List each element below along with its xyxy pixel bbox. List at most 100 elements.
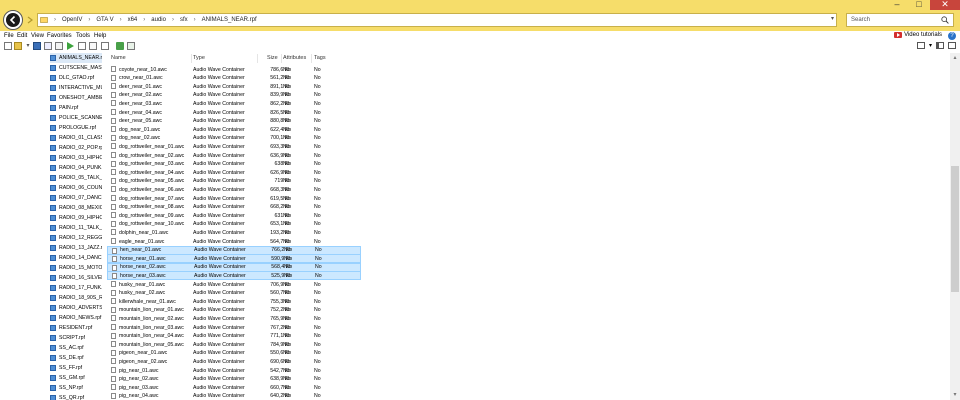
minimize-button[interactable]: – (886, 0, 908, 10)
copy-icon[interactable] (101, 42, 109, 50)
breadcrumb-audio[interactable]: audio (149, 14, 168, 26)
sidebar-item[interactable]: SS_DE.rpf (50, 353, 102, 363)
replace-icon[interactable] (127, 42, 135, 50)
sidebar-item[interactable]: SCRIPT.rpf (50, 333, 102, 343)
sidebar-item[interactable]: RADIO_ADVERTS.rpf (50, 303, 102, 313)
file-type: Audio Wave Container (193, 298, 245, 305)
sidebar-item[interactable]: RADIO_12_REGGAE.rpf (50, 233, 102, 243)
sidebar-item[interactable]: SS_FF.rpf (50, 363, 102, 373)
sidebar-item[interactable]: RADIO_17_FUNK.rpf (50, 283, 102, 293)
menu-help[interactable]: Help (94, 33, 106, 39)
new-icon[interactable] (4, 42, 12, 50)
sidebar-item[interactable]: RADIO_03_HIPHOP_NEW.rpf (50, 153, 102, 163)
breadcrumb-openiv[interactable]: OpenIV (60, 14, 84, 26)
column-header-tags[interactable]: Tags (314, 55, 326, 61)
sidebar-item[interactable]: SS_GM.rpf (50, 373, 102, 383)
help-icon[interactable]: ? (948, 32, 956, 40)
column-header-attributes[interactable]: Attributes (283, 55, 306, 61)
file-name: husky_near_01.awc (119, 281, 166, 288)
breadcrumb-sfx[interactable]: sfx (178, 14, 190, 26)
sidebar-item[interactable]: DLC_GTAO.rpf (50, 73, 102, 83)
column-separator[interactable] (257, 54, 258, 63)
properties-icon[interactable] (55, 42, 63, 50)
breadcrumb-gtav[interactable]: GTA V (94, 14, 115, 26)
sidebar-item[interactable]: PAIN.rpf (50, 103, 102, 113)
preview-pane-icon[interactable] (936, 42, 944, 49)
sidebar-item[interactable]: RADIO_11_TALK_02.rpf (50, 223, 102, 233)
address-bar[interactable]: › OpenIV › GTA V › x64 › audio › sfx › A… (37, 13, 837, 27)
sidebar-item[interactable]: SS_AC.rpf (50, 343, 102, 353)
address-dropdown-icon[interactable]: ▾ (831, 15, 834, 22)
sidebar-item[interactable]: SS_QR.rpf (50, 393, 102, 400)
view-details-icon[interactable] (916, 42, 925, 49)
close-button[interactable]: ✕ (930, 0, 960, 10)
play-icon[interactable] (67, 42, 74, 50)
breadcrumb-animals-near[interactable]: ANIMALS_NEAR.rpf (200, 14, 259, 26)
menu-favorites[interactable]: Favorites (47, 33, 72, 39)
sidebar-item[interactable]: ONESHOT_AMBIENCE.rpf (50, 93, 102, 103)
dropdown-arrow-icon[interactable]: ▾ (24, 42, 32, 50)
sidebar-item[interactable]: RADIO_09_HIPHOP_OLD.rpf (50, 213, 102, 223)
scroll-up-icon[interactable]: ▴ (950, 53, 960, 63)
sidebar-item[interactable]: RADIO_08_MEXICAN.rpf (50, 203, 102, 213)
sidebar-item[interactable]: RADIO_02_POP.rpf (50, 143, 102, 153)
sidebar-item[interactable]: RESIDENT.rpf (50, 323, 102, 333)
refresh-icon[interactable] (116, 42, 124, 50)
menu-file[interactable]: File (4, 33, 14, 39)
sidebar-item[interactable]: RADIO_16_SILVERLAKE.rpf (50, 273, 102, 283)
sidebar-item[interactable]: RADIO_13_JAZZ.rpf (50, 243, 102, 253)
sidebar-item[interactable]: INTERACTIVE_MUSIC.rpf (50, 83, 102, 93)
document-icon[interactable] (44, 42, 52, 50)
sidebar-item[interactable]: ANIMALS_NEAR.rpf (50, 53, 102, 63)
scrollbar-thumb[interactable] (951, 166, 959, 292)
view-dropdown-icon[interactable]: ▾ (929, 42, 932, 49)
file-name: deer_near_05.awc (119, 118, 162, 125)
sidebar-item[interactable]: RADIO_18_90S_ROCK.rpf (50, 293, 102, 303)
breadcrumb-x64[interactable]: x64 (126, 14, 140, 26)
back-icon[interactable] (33, 42, 41, 50)
back-button[interactable] (3, 10, 23, 30)
sidebar-item[interactable]: PROLOGUE.rpf (50, 123, 102, 133)
edit-icon[interactable] (78, 42, 86, 50)
scroll-down-icon[interactable]: ▾ (950, 390, 960, 400)
vertical-scrollbar[interactable]: ▴ ▾ (950, 53, 960, 400)
column-header-name[interactable]: Name (111, 55, 126, 61)
sidebar-item-label: RADIO_08_MEXICAN.rpf (59, 205, 102, 211)
sidebar-item[interactable]: CUTSCENE_MASTERED_ONLY.rpf (50, 63, 102, 73)
sidebar-item[interactable]: RADIO_07_DANCE_01.rpf (50, 193, 102, 203)
sidebar-item-label: RADIO_14_DANCE_02.rpf (59, 255, 102, 261)
sidebar-item[interactable]: POLICE_SCANNER.rpf (50, 113, 102, 123)
sidebar-item[interactable]: RADIO_15_MOTOWN.rpf (50, 263, 102, 273)
column-separator[interactable] (281, 54, 282, 63)
file-tags: No (314, 204, 321, 211)
maximize-button[interactable]: □ (908, 0, 930, 10)
file-attributes: No (284, 264, 291, 271)
sidebar-item[interactable]: RADIO_01_CLASS_ROCK.rpf (50, 133, 102, 143)
sidebar-item[interactable]: RADIO_06_COUNTRY.rpf (50, 183, 102, 193)
sidebar-item[interactable]: RADIO_NEWS.rpf (50, 313, 102, 323)
file-name: dog_rottweiler_near_05.awc (119, 178, 185, 185)
search-icon[interactable] (941, 16, 949, 24)
open-folder-icon[interactable] (14, 42, 22, 50)
rpf-archive-icon (50, 205, 56, 211)
sidebar-item[interactable]: RADIO_05_TALK_01.rpf (50, 173, 102, 183)
file-type: Audio Wave Container (193, 238, 245, 245)
layout-icon[interactable] (948, 42, 956, 49)
file-type: Audio Wave Container (193, 290, 245, 297)
column-header-size[interactable]: Size (267, 55, 278, 61)
sidebar-item[interactable]: SS_NP.rpf (50, 383, 102, 393)
sidebar-item[interactable]: RADIO_04_PUNK.rpf (50, 163, 102, 173)
sidebar-item[interactable]: RADIO_14_DANCE_02.rpf (50, 253, 102, 263)
column-header-type[interactable]: Type (193, 55, 205, 61)
export-icon[interactable] (89, 42, 97, 50)
column-separator[interactable] (311, 54, 312, 63)
table-row[interactable]: pig_near_04.awc Audio Wave Container 640,2… (107, 392, 361, 400)
audio-file-icon (111, 195, 116, 201)
menu-view[interactable]: View (31, 33, 44, 39)
search-input[interactable]: Search (846, 13, 954, 27)
menu-edit[interactable]: Edit (17, 33, 27, 39)
forward-button[interactable] (25, 11, 35, 29)
menu-tools[interactable]: Tools (76, 33, 90, 39)
video-tutorials-link[interactable]: Video tutorials (894, 32, 942, 38)
column-separator[interactable] (191, 54, 192, 63)
